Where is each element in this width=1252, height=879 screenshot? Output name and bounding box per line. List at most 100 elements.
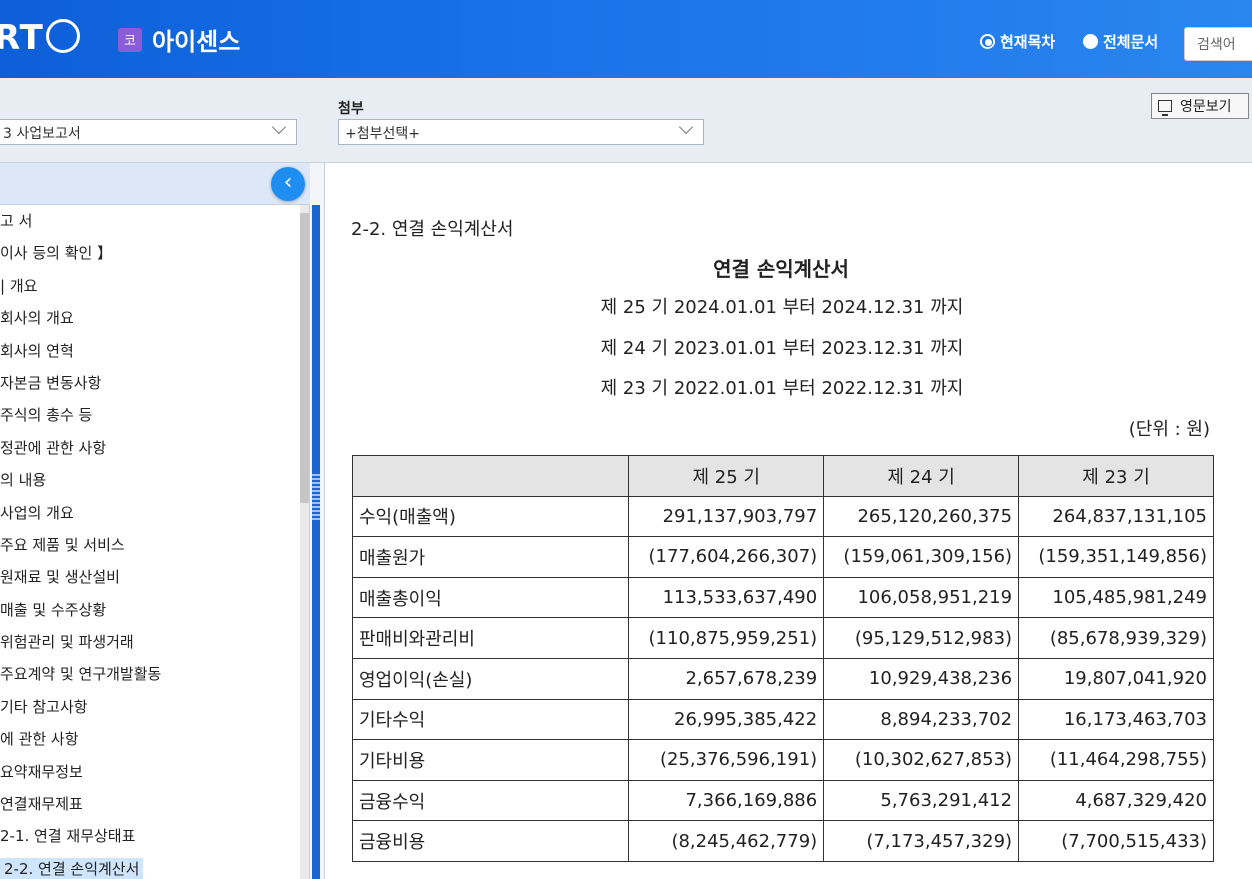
collapse-sidebar-button[interactable]: ‹: [271, 167, 305, 201]
logo-text: RT: [0, 18, 44, 58]
radio-all-docs[interactable]: 전체문서: [1083, 31, 1158, 52]
sidebar-scrollbar-thumb[interactable]: [300, 213, 309, 503]
toc-item[interactable]: 주식의 총수 등: [0, 402, 300, 434]
statement-title: 연결 손익계산서: [713, 257, 849, 281]
value-cell: (8,245,462,779): [628, 820, 825, 862]
sidebar-header: ‹: [0, 163, 310, 205]
value-cell: 2,657,678,239: [628, 657, 825, 700]
period-line: 제 23 기 2022.01.01 부터 2022.12.31 까지: [600, 378, 964, 399]
value-cell: 106,058,951,219: [823, 576, 1020, 619]
company-title: 코 아이센스: [118, 22, 240, 57]
table-row: 판매비와관리비 (110,875,959,251) (95,129,512,983)…: [351, 617, 1214, 659]
toc-item-label: 주요 제품 및 서비스: [0, 535, 125, 554]
search-input[interactable]: 검색어: [1184, 27, 1252, 61]
row-label-cell: 매출총이익: [351, 576, 630, 619]
toc-item[interactable]: | 개요: [0, 273, 300, 305]
period-line: 제 25 기 2024.01.01 부터 2024.12.31 까지: [600, 297, 964, 318]
toc-item-label: | 개요: [0, 276, 38, 295]
english-view-button[interactable]: 영문보기: [1151, 93, 1249, 119]
toc-list: 고 서 이사 등의 확인 】 | 개요회사의 개요회사의 연혁자본금 변동사항주식의…: [0, 208, 300, 879]
section-heading: 2-2. 연결 손익계산서: [351, 219, 514, 240]
row-label-cell: 기타수익: [351, 698, 630, 741]
value-cell: 5,763,291,412: [823, 779, 1020, 822]
period-line: 제 24 기 2023.01.01 부터 2023.12.31 까지: [600, 338, 964, 359]
table-header-row: 제 25 기 제 24 기 제 23 기: [351, 455, 1214, 497]
value-cell: (25,376,596,191): [628, 739, 825, 781]
value-cell: (159,351,149,856): [1018, 536, 1214, 578]
value-cell: (177,604,266,307): [628, 536, 825, 578]
toc-item[interactable]: 기타 참고사항: [0, 694, 300, 726]
toc-item[interactable]: 에 관한 사항: [0, 726, 300, 758]
toc-item[interactable]: 요약재무정보: [0, 759, 300, 791]
value-cell: (85,678,939,329): [1018, 617, 1214, 659]
chevron-down-icon: [678, 119, 694, 135]
row-label-cell: 판매비와관리비: [351, 617, 630, 659]
value-cell: (11,464,298,755): [1018, 739, 1214, 781]
radio-current-toc-icon[interactable]: [980, 34, 995, 49]
resize-grip-icon[interactable]: [312, 472, 320, 522]
radio-current-toc[interactable]: 현재목차: [980, 31, 1055, 52]
unit-label: (단위 : 원): [1128, 419, 1210, 440]
toc-item-label: 회사의 개요: [0, 309, 74, 328]
toc-item[interactable]: 2-1. 연결 재무상태표: [0, 823, 300, 855]
table-row: 금융수익 7,366,169,886 5,763,291,412 4,687,329,…: [351, 779, 1214, 822]
row-label-cell: 수익(매출액): [351, 495, 630, 538]
table-header-cell: 제 24 기: [823, 455, 1020, 497]
table-header-cell: [351, 455, 630, 497]
toc-item-label: 자본금 변동사항: [0, 373, 102, 392]
radio-all-label: 전체문서: [1103, 33, 1159, 51]
report-select[interactable]: 3 사업보고서: [0, 119, 297, 145]
toc-item-label: 위험관리 및 파생거래: [0, 633, 134, 652]
chevron-down-icon: [271, 119, 287, 135]
table-row: 매출총이익 113,533,637,490 106,058,951,219 105,4…: [351, 576, 1214, 619]
row-label-cell: 기타비용: [351, 739, 630, 781]
toc-item[interactable]: 원재료 및 생산설비: [0, 564, 300, 596]
sidebar-scrollbar[interactable]: [300, 205, 309, 879]
toc-item[interactable]: 위험관리 및 파생거래: [0, 629, 300, 661]
toc-item-label: 매출 및 수주상황: [0, 600, 107, 619]
value-cell: (7,700,515,433): [1018, 820, 1214, 862]
toc-item[interactable]: 고 서: [0, 208, 300, 240]
logo-globe-icon: [45, 18, 80, 53]
toc-item-label: 주요계약 및 연구개발활동: [0, 665, 162, 684]
company-name: 아이센스: [152, 28, 241, 56]
toc-item-label: 기타 참고사항: [0, 697, 88, 716]
toc-item[interactable]: 의 내용: [0, 467, 300, 499]
value-cell: 19,807,041,920: [1018, 657, 1214, 700]
toc-item[interactable]: 매출 및 수주상황: [0, 597, 300, 629]
monitor-icon: [1158, 100, 1172, 116]
toc-item-label: 2-1. 연결 재무상태표: [0, 827, 136, 846]
english-view-label: 영문보기: [1180, 99, 1232, 115]
value-cell: 7,366,169,886: [628, 779, 825, 822]
attach-select[interactable]: +첨부선택+: [338, 119, 704, 145]
toc-item[interactable]: 이사 등의 확인 】: [0, 240, 300, 272]
row-label-cell: 매출원가: [351, 536, 630, 578]
toc-item-label: 주식의 총수 등: [0, 406, 93, 425]
toc-item[interactable]: 자본금 변동사항: [0, 370, 300, 402]
pane-resize-handle[interactable]: [312, 205, 320, 879]
dart-logo[interactable]: RT: [0, 18, 80, 58]
toc-item[interactable]: 사업의 개요: [0, 500, 300, 532]
radio-all-docs-icon[interactable]: [1083, 34, 1098, 49]
toc-item[interactable]: 회사의 개요: [0, 305, 300, 337]
value-cell: 16,173,463,703: [1018, 698, 1214, 741]
toc-item-label: 요약재무정보: [0, 762, 83, 781]
toc-item[interactable]: 연결재무제표: [0, 791, 300, 823]
toc-item[interactable]: 주요 제품 및 서비스: [0, 532, 300, 564]
toc-item[interactable]: 회사의 연혁: [0, 338, 300, 370]
value-cell: (10,302,627,853): [823, 739, 1020, 781]
table-row: 금융비용 (8,245,462,779) (7,173,457,329) (7,700…: [351, 820, 1214, 862]
value-cell: (159,061,309,156): [823, 536, 1020, 578]
value-cell: 8,894,233,702: [823, 698, 1020, 741]
top-header: RT 코 아이센스 현재목차 전체문서 검색어: [0, 0, 1252, 78]
income-statement-table: 제 25 기 제 24 기 제 23 기 수익(매출액) 291,137,903,…: [351, 455, 1214, 862]
toc-item[interactable]: 정관에 관한 사항: [0, 435, 300, 467]
value-cell: 10,929,438,236: [823, 657, 1020, 700]
toc-item[interactable]: 주요계약 및 연구개발활동: [0, 661, 300, 693]
toc-item-label: 2-2. 연결 손익계산서: [0, 857, 144, 879]
toc-item[interactable]: 2-2. 연결 손익계산서: [0, 856, 300, 879]
value-cell: 291,137,903,797: [628, 495, 825, 538]
toc-sidebar: ‹ 고 서 이사 등의 확인 】 | 개요회사의 개요회사의 연혁자본금 변동사항주…: [0, 163, 310, 879]
row-label-cell: 영업이익(손실): [351, 657, 630, 700]
table-row: 기타수익 26,995,385,422 8,894,233,702 16,173,46…: [351, 698, 1214, 741]
